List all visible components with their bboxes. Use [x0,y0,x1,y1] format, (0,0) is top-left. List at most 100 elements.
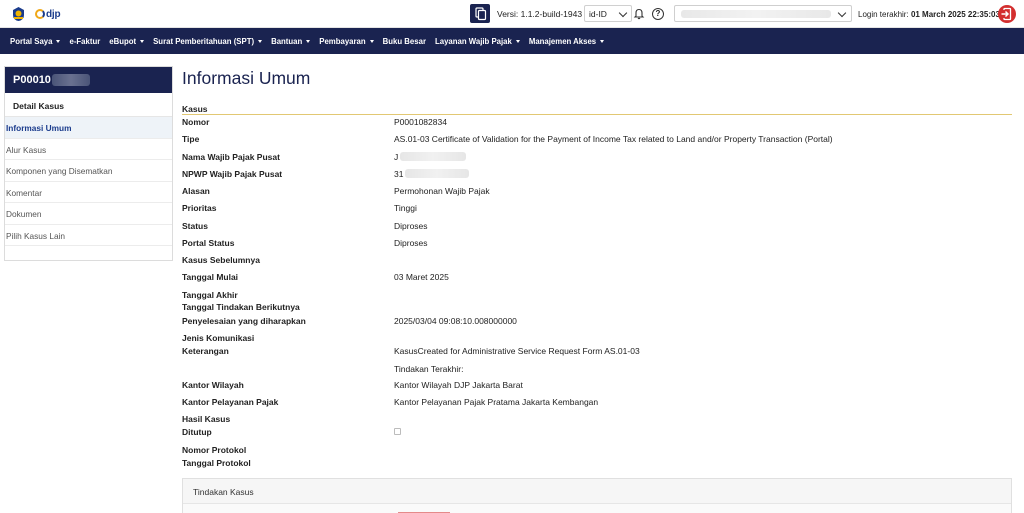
label-alasan: Alasan [182,186,210,196]
nav-portal-saya[interactable]: Portal Saya [10,36,61,46]
caret-down-icon [140,39,145,43]
label-nomor-protokol: Nomor Protokol [182,445,247,455]
value-alasan: Permohonan Wajib Pajak [394,186,490,196]
nav-buku-besar[interactable]: Buku Besar [383,37,426,46]
npwp-redacted [405,169,469,178]
caret-down-icon [515,39,520,43]
label-kantor-pelayanan: Kantor Pelayanan Pajak [182,397,279,407]
nav-manajemen-akses[interactable]: Manajemen Akses [528,36,605,46]
caret-down-icon [258,39,263,43]
nav-spt[interactable]: Surat Pemberitahuan (SPT) [153,36,263,46]
label-tanggal-protokol: Tanggal Protokol [182,458,251,468]
nav-label: Pembayaran [319,36,366,46]
kemenkeu-logo[interactable] [11,6,26,22]
language-value: id-ID [589,9,607,19]
label-tanggal-akhir: Tanggal Akhir [182,290,238,300]
nav-label: Portal Saya [10,36,53,46]
nav-label: Layanan Wajib Pajak [434,36,512,46]
value-nomor: P0001082834 [394,117,447,127]
ditutup-checkbox[interactable] [394,428,401,435]
value-penyelesaian: 2025/03/04 09:08:10.008000000 [394,316,517,326]
caret-down-icon [306,39,311,43]
section-divider [182,114,1012,115]
nav-ebupot[interactable]: eBupot [109,36,145,46]
label-tipe: Tipe [182,134,200,144]
label-prioritas: Prioritas [182,203,217,213]
case-id: P00010 [13,74,51,86]
caret-down-icon [369,39,374,43]
label-kantor-wilayah: Kantor Wilayah [182,380,244,390]
label-penyelesaian: Penyelesaian yang diharapkan [182,316,306,326]
label-status: Status [182,221,208,231]
page-title: Informasi Umum [182,68,311,88]
version-label: Versi: 1.1.2-build-1943 [497,9,583,19]
djp-logo-mark-icon [35,9,45,19]
main-nav: Portal Saya e-Faktur eBupot Surat Pember… [0,28,1024,54]
sidebar-item-pilih-kasus-lain[interactable]: Pilih Kasus Lain [5,225,172,246]
djp-logo[interactable]: djp [35,7,61,21]
nama-wp-redacted [400,152,466,161]
label-tanggal-tindakan: Tanggal Tindakan Berikutnya [182,302,300,312]
sidebar-item-komponen[interactable]: Komponen yang Disematkan [5,160,172,182]
label-jenis-komunikasi: Jenis Komunikasi [182,333,255,343]
label-nama-wp: Nama Wajib Pajak Pusat [182,152,280,162]
bell-icon[interactable] [633,8,645,20]
label-ditutup: Ditutup [182,427,212,437]
value-npwp: 31 [394,169,404,179]
value-keterangan: KasusCreated for Administrative Service … [394,346,640,356]
nav-label: Surat Pemberitahuan (SPT) [153,36,255,46]
label-npwp: NPWP Wajib Pajak Pusat [182,169,283,179]
sidebar-item-alur-kasus[interactable]: Alur Kasus [5,139,172,160]
chevron-down-icon [837,8,847,18]
value-prioritas: Tinggi [394,203,417,213]
chevron-down-icon [618,8,628,18]
nav-label: Bantuan [271,36,303,46]
nav-label: e-Faktur [69,36,101,46]
sidebar-item-komentar[interactable]: Komentar [5,182,172,203]
value-status: Diproses [394,221,428,231]
sidebar-item-dokumen[interactable]: Dokumen [5,203,172,225]
copy-icon [475,7,487,21]
last-login-label: Login terakhir: [858,10,909,19]
value-tipe: AS.01-03 Certificate of Validation for t… [394,134,833,144]
label-tanggal-mulai: Tanggal Mulai [182,272,239,282]
value-tanggal-mulai: 03 Maret 2025 [394,272,449,282]
case-id-header: P00010 [5,67,172,93]
help-icon[interactable]: ? [652,8,664,20]
sidebar-title: Detail Kasus [5,93,172,117]
value-portal-status: Diproses [394,238,428,248]
account-name-redacted [681,10,831,18]
nav-label: Manajemen Akses [528,36,597,46]
top-bar: djp Versi: 1.1.2-build-1943 id-ID ? Logi… [0,0,1024,28]
nav-bantuan[interactable]: Bantuan [271,36,311,46]
copy-button[interactable] [470,4,490,23]
value-keterangan-tindakan: Tindakan Terakhir: [394,364,464,374]
language-select[interactable]: id-ID [584,5,632,22]
value-kantor-wilayah: Kantor Wilayah DJP Jakarta Barat [394,380,523,390]
account-select[interactable] [674,5,852,22]
section-title: Kasus [182,104,208,114]
nav-label: Buku Besar [382,36,426,46]
nav-layanan-wajib-pajak[interactable]: Layanan Wajib Pajak [435,37,520,46]
tindakan-kasus-header: Tindakan Kasus [183,479,1011,504]
nav-label: eBupot [109,36,137,46]
last-login: Login terakhir: 01 March 2025 22:35:03 [858,10,1000,19]
label-hasil-kasus: Hasil Kasus [182,414,231,424]
label-keterangan: Keterangan [182,346,229,356]
nav-pembayaran[interactable]: Pembayaran [319,36,374,46]
case-id-redacted [52,74,90,86]
case-sidebar: P00010 Detail Kasus Informasi Umum Alur … [4,66,173,261]
label-nomor: Nomor [182,117,210,127]
label-kasus-sebelumnya: Kasus Sebelumnya [182,255,260,265]
value-nama-wp: J [394,152,399,162]
logout-icon [1001,7,1012,21]
caret-down-icon [56,39,61,43]
sidebar-item-informasi-umum[interactable]: Informasi Umum [5,117,172,139]
nav-e-faktur[interactable]: e-Faktur [69,37,100,46]
tindakan-kasus-panel: Tindakan Kasus [182,478,1012,513]
last-login-value: 01 March 2025 22:35:03 [910,10,1000,19]
caret-down-icon [600,39,605,43]
value-kantor-pelayanan: Kantor Pelayanan Pajak Pratama Jakarta K… [394,397,599,407]
djp-logo-text: djp [46,8,61,20]
logout-button[interactable] [998,5,1016,23]
